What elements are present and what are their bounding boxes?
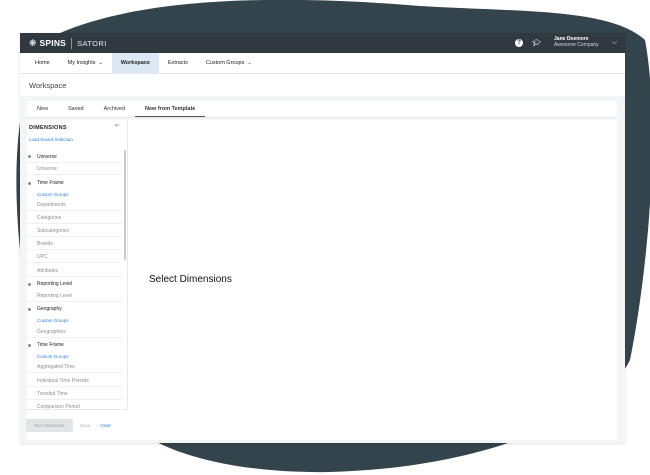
dimension-item[interactable]: Brands [27, 238, 123, 250]
graduation-cap-icon[interactable]: 🎓︎ [532, 40, 541, 47]
dimension-label: Custom Groups [37, 317, 69, 323]
dimensions-title: DIMENSIONS [29, 125, 67, 131]
bullet-icon [28, 181, 31, 185]
dimension-label: Attributes [37, 267, 59, 274]
dimension-item[interactable]: Universe [27, 163, 123, 175]
tab-saved[interactable]: Saved [58, 101, 94, 117]
dimension-label: Categories [37, 214, 62, 221]
run-selections-button[interactable]: Run Selections [26, 418, 73, 432]
help-icon[interactable]: ? [515, 39, 524, 47]
load-saved-selection-link[interactable]: Load Saved Selection [29, 137, 73, 142]
dimension-label: Geography [37, 306, 62, 312]
dimension-label: Individual Time Periods [37, 377, 89, 384]
dimension-label: Departments [37, 201, 66, 208]
sidebar-footer: Run Selections Save Clear [26, 409, 128, 440]
dimension-label: Reporting Level [37, 281, 73, 287]
top-bar: ❋ SPINS SATORI ? 🎓︎ Jane Doemore Awesome… [20, 33, 625, 53]
dimension-item[interactable]: Reporting Level [27, 290, 123, 302]
nav-label: My Insights [67, 60, 96, 66]
dimension-label: Trended Time [37, 390, 68, 397]
page-title: Workspace [29, 81, 67, 90]
dimension-item[interactable]: Departments [27, 199, 123, 211]
dimension-group-header[interactable]: Reporting Level [27, 278, 123, 290]
dimension-item[interactable]: Individual Time Periods [27, 375, 123, 387]
tab-new[interactable]: New [27, 101, 58, 117]
nav-label: Workspace [120, 60, 150, 66]
nav-my-insights[interactable]: My Insights ⌄ [59, 53, 112, 73]
logo[interactable]: ❋ SPINS [29, 38, 66, 48]
dimension-label: Time Frame [37, 342, 64, 348]
dimension-label: Custom Groups [37, 353, 69, 359]
product-name: SATORI [77, 38, 107, 48]
tab-archived[interactable]: Archived [94, 101, 135, 117]
dimension-label: UPC [37, 253, 48, 260]
dimension-label: Subcategories [37, 227, 69, 234]
logo-text: SPINS [39, 38, 67, 48]
bullet-icon [28, 343, 31, 347]
sidebar-scrollbar[interactable] [124, 150, 126, 260]
nav-home[interactable]: Home [26, 53, 59, 73]
logo-divider [71, 37, 73, 49]
dimension-item[interactable]: Aggregated Time [27, 361, 123, 373]
chevron-down-icon[interactable]: ⌵ [612, 39, 617, 47]
collapse-sidebar-icon[interactable]: ⇤ [115, 122, 120, 129]
nav-label: Extracts [167, 60, 188, 66]
bullet-icon [28, 155, 31, 158]
dimension-item[interactable]: Attributes [27, 265, 123, 277]
dimensions-sidebar: DIMENSIONS ⇤ Load Saved Selection Univer… [26, 120, 128, 440]
dimension-label: Universe [37, 153, 57, 160]
tab-new-from-template[interactable]: New from Template [135, 101, 206, 117]
nav-label: Home [35, 60, 50, 66]
spins-mark-icon: ❋ [29, 37, 37, 48]
dimension-label: Geographies [37, 328, 66, 335]
dimension-item[interactable]: Subcategories [27, 225, 123, 237]
dimension-item[interactable]: Trended Time [27, 388, 123, 400]
chevron-down-icon: ⌄ [98, 60, 103, 66]
main-nav: Home My Insights ⌄ Workspace Extracts Cu… [20, 53, 625, 74]
select-dimensions-placeholder: Select Dimensions [149, 274, 232, 285]
workspace-area: New Saved Archived New from Template DIM… [20, 96, 625, 443]
dimension-item[interactable]: UPC [27, 251, 123, 263]
nav-extracts[interactable]: Extracts [159, 53, 197, 73]
save-button[interactable]: Save [80, 423, 90, 428]
dimension-item[interactable]: Geographies [27, 326, 123, 338]
dimension-label: Universe [37, 165, 57, 172]
dimension-label: Brands [37, 240, 53, 247]
nav-workspace[interactable]: Workspace [111, 53, 159, 73]
custom-groups-link[interactable]: Custom Groups [27, 314, 123, 326]
workspace-tabs: New Saved Archived New from Template [27, 101, 617, 118]
dimension-label: Custom Groups [37, 191, 69, 197]
nav-label: Custom Groups [205, 60, 245, 66]
user-menu[interactable]: Jane Doemore Awesome Company [554, 36, 599, 49]
dimension-label: Reporting Level [37, 292, 73, 299]
clear-button[interactable]: Clear [100, 423, 111, 428]
dimension-label: Aggregated Time [37, 363, 76, 370]
bullet-icon [28, 282, 31, 286]
nav-custom-groups[interactable]: Custom Groups ⌄ [197, 53, 261, 73]
selection-content: Select Dimensions [128, 120, 617, 440]
bullet-icon [28, 307, 31, 311]
chevron-down-icon: ⌄ [247, 60, 252, 66]
dimension-group-header[interactable]: Universe [27, 151, 123, 163]
app-window: ❋ SPINS SATORI ? 🎓︎ Jane Doemore Awesome… [20, 33, 625, 443]
user-company: Awesome Company [554, 42, 599, 48]
dimension-label: Time Frame [37, 180, 64, 186]
template-panel: DIMENSIONS ⇤ Load Saved Selection Univer… [26, 120, 617, 440]
dimension-item[interactable]: Categories [27, 212, 123, 224]
